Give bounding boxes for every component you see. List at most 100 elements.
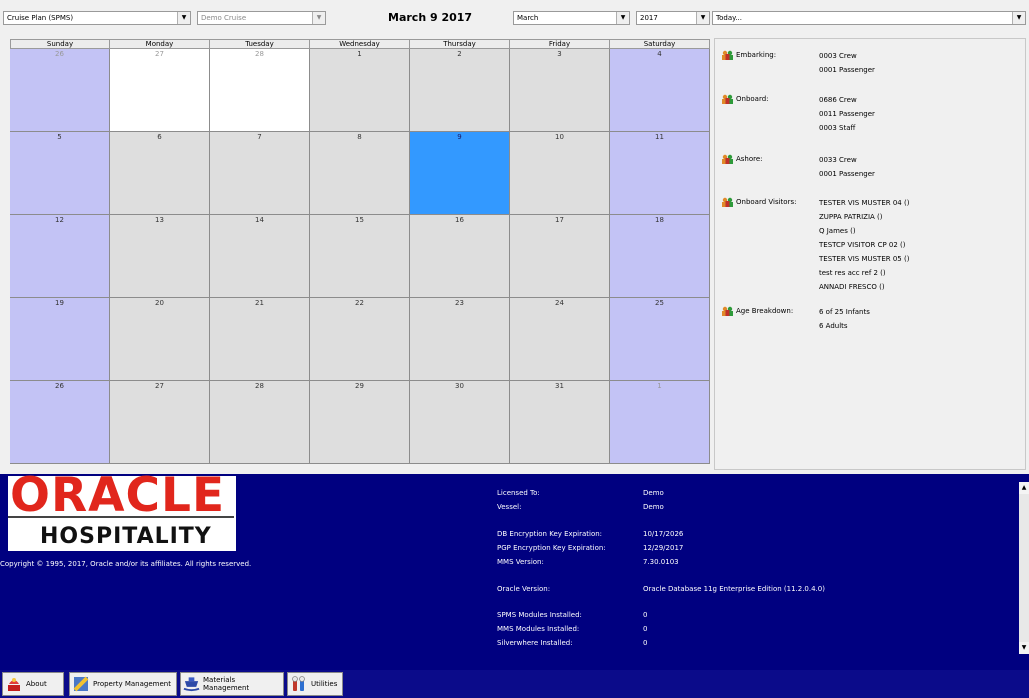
calendar-grid: 26 27 28 1 2 3 4 5 6 7 8 9 10 11 12 13 1…: [10, 49, 710, 464]
onboard-label: Onboard:: [736, 95, 769, 103]
month-dropdown[interactable]: March ▼: [513, 11, 630, 25]
property-management-button[interactable]: Property Management: [69, 672, 177, 696]
oracle-version-value: Oracle Database 11g Enterprise Edition (…: [643, 585, 825, 593]
db-key-label: DB Encryption Key Expiration:: [497, 530, 603, 538]
calendar-day[interactable]: 10: [510, 132, 610, 215]
info-value: 0003 Crew: [819, 52, 857, 60]
calendar-day[interactable]: 23: [410, 298, 510, 381]
info-value: ZUPPA PATRIZIA (): [819, 213, 883, 221]
calendar-day[interactable]: 16: [410, 215, 510, 298]
embarking-values: 0003 Crew 0001 Passenger: [819, 49, 875, 77]
calendar-day[interactable]: 19: [10, 298, 110, 381]
calendar-day[interactable]: 4: [610, 49, 710, 132]
info-value: 0011 Passenger: [819, 110, 875, 118]
onboard-visitors-values: TESTER VIS MUSTER 04 () ZUPPA PATRIZIA (…: [819, 196, 909, 294]
calendar-day[interactable]: 20: [110, 298, 210, 381]
calendar-day[interactable]: 31: [510, 381, 610, 464]
top-toolbar: Cruise Plan (SPMS) ▼ Demo Cruise ▼ March…: [0, 0, 1029, 36]
materials-management-label: Materials Management: [203, 676, 250, 692]
calendar-day-selected[interactable]: 9: [410, 132, 510, 215]
info-value: 0001 Passenger: [819, 66, 875, 74]
banner-scrollbar[interactable]: ▲ ▼: [1019, 482, 1029, 654]
calendar-day[interactable]: 27: [110, 49, 210, 132]
chevron-down-icon[interactable]: ▼: [696, 12, 709, 24]
month-dropdown-value: March: [517, 14, 539, 22]
calendar-day[interactable]: 12: [10, 215, 110, 298]
calendar-day[interactable]: 1: [610, 381, 710, 464]
utilities-button[interactable]: Utilities: [287, 672, 343, 696]
chevron-down-icon[interactable]: ▼: [177, 12, 190, 24]
weekday-label: Sunday: [10, 39, 110, 49]
today-dropdown[interactable]: Today... ▼: [712, 11, 1026, 25]
info-value: 6 Adults: [819, 322, 848, 330]
calendar-day[interactable]: 15: [310, 215, 410, 298]
about-label: About: [26, 680, 47, 688]
utilities-icon: [292, 676, 305, 691]
silverwhere-value: 0: [643, 639, 648, 647]
db-key-value: 10/17/2026: [643, 530, 684, 538]
logo-subtitle: HOSPITALITY: [40, 524, 212, 549]
chevron-down-icon[interactable]: ▼: [616, 12, 629, 24]
chevron-down-icon[interactable]: ▼: [312, 12, 325, 24]
oracle-hospitality-logo: ORACLE HOSPITALITY: [8, 470, 236, 551]
utilities-label: Utilities: [311, 680, 338, 688]
ashore-label: Ashore:: [736, 155, 763, 163]
calendar-day[interactable]: 29: [310, 381, 410, 464]
info-value: 0033 Crew: [819, 156, 857, 164]
scroll-up-icon[interactable]: ▲: [1019, 482, 1029, 494]
today-dropdown-value: Today...: [716, 14, 742, 22]
weekday-label: Tuesday: [210, 39, 310, 49]
age-breakdown-label: Age Breakdown:: [736, 307, 794, 315]
calendar-day[interactable]: 1: [310, 49, 410, 132]
age-breakdown-values: 6 of 25 Infants 6 Adults: [819, 305, 870, 333]
materials-management-button[interactable]: Materials Management: [180, 672, 284, 696]
scroll-down-icon[interactable]: ▼: [1019, 642, 1029, 654]
calendar-day[interactable]: 6: [110, 132, 210, 215]
calendar-day[interactable]: 30: [410, 381, 510, 464]
info-value: test res acc ref 2 (): [819, 269, 886, 277]
calendar-day[interactable]: 14: [210, 215, 310, 298]
calendar-day[interactable]: 2: [410, 49, 510, 132]
licensed-to-label: Licensed To:: [497, 489, 540, 497]
info-value: 6 of 25 Infants: [819, 308, 870, 316]
info-value: TESTCP VISITOR CP 02 (): [819, 241, 906, 249]
year-dropdown[interactable]: 2017 ▼: [636, 11, 710, 25]
chevron-down-icon[interactable]: ▼: [1012, 12, 1025, 24]
calendar-day[interactable]: 11: [610, 132, 710, 215]
weekday-label: Saturday: [610, 39, 710, 49]
calendar: Sunday Monday Tuesday Wednesday Thursday…: [10, 39, 710, 464]
pgp-key-label: PGP Encryption Key Expiration:: [497, 544, 606, 552]
cruise-dropdown-value: Demo Cruise: [201, 14, 247, 22]
calendar-day[interactable]: 13: [110, 215, 210, 298]
cruise-dropdown[interactable]: Demo Cruise ▼: [197, 11, 326, 25]
calendar-day[interactable]: 7: [210, 132, 310, 215]
logo-divider: [8, 516, 234, 518]
plan-dropdown[interactable]: Cruise Plan (SPMS) ▼: [3, 11, 191, 25]
calendar-day[interactable]: 17: [510, 215, 610, 298]
about-button[interactable]: About: [2, 672, 64, 696]
calendar-day[interactable]: 18: [610, 215, 710, 298]
weekday-label: Friday: [510, 39, 610, 49]
calendar-day[interactable]: 21: [210, 298, 310, 381]
pgp-key-value: 12/29/2017: [643, 544, 684, 552]
calendar-day[interactable]: 22: [310, 298, 410, 381]
info-value: ANNADI FRESCO (): [819, 283, 885, 291]
vessel-label: Vessel:: [497, 503, 522, 511]
calendar-weekday-header: Sunday Monday Tuesday Wednesday Thursday…: [10, 39, 710, 49]
calendar-day[interactable]: 8: [310, 132, 410, 215]
calendar-day[interactable]: 26: [10, 381, 110, 464]
ashore-values: 0033 Crew 0001 Passenger: [819, 153, 875, 181]
weekday-label: Thursday: [410, 39, 510, 49]
spms-modules-value: 0: [643, 611, 648, 619]
vessel-value: Demo: [643, 503, 664, 511]
calendar-day[interactable]: 25: [610, 298, 710, 381]
calendar-day[interactable]: 5: [10, 132, 110, 215]
calendar-day[interactable]: 26: [10, 49, 110, 132]
onboard-values: 0686 Crew 0011 Passenger 0003 Staff: [819, 93, 875, 135]
calendar-day[interactable]: 24: [510, 298, 610, 381]
calendar-day[interactable]: 28: [210, 381, 310, 464]
calendar-day[interactable]: 27: [110, 381, 210, 464]
calendar-day[interactable]: 3: [510, 49, 610, 132]
year-dropdown-value: 2017: [640, 14, 658, 22]
calendar-day[interactable]: 28: [210, 49, 310, 132]
